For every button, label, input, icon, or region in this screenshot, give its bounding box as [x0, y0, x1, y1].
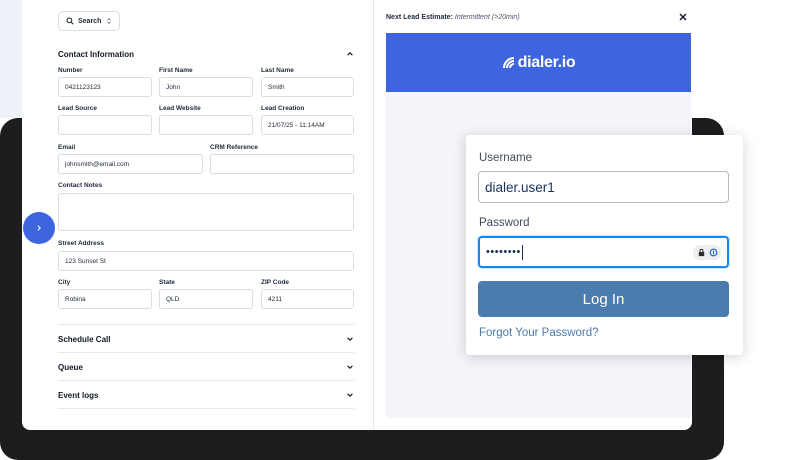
lead-source-field[interactable]	[58, 115, 152, 135]
username-label: Username	[479, 152, 533, 164]
lead-estimate: Next Lead Estimate: Intermittent (>20min…	[386, 14, 520, 21]
close-icon[interactable]	[678, 12, 688, 22]
search-button-label: Search	[78, 17, 102, 25]
contact-form-panel: Search Contact Information Number 042112…	[22, 0, 374, 430]
login-dialog: Username dialer.user1 Password •••••••• …	[466, 135, 743, 355]
email-label: Email	[58, 144, 76, 151]
state-label: State	[159, 279, 175, 286]
background-strip-right	[692, 0, 790, 118]
queue-header[interactable]: Queue	[58, 360, 354, 374]
first-name-label: First Name	[159, 67, 193, 74]
event-logs-header[interactable]: Event logs	[58, 388, 354, 402]
crm-reference-label: CRM Reference	[210, 144, 259, 151]
queue-title: Queue	[58, 362, 83, 372]
password-value: ••••••••	[486, 246, 521, 258]
lock-icon	[698, 248, 704, 257]
dialer-logo: dialer.io	[502, 54, 576, 72]
zip-field[interactable]: 4211	[261, 289, 354, 309]
divider	[58, 324, 354, 325]
lead-website-label: Lead Website	[159, 105, 201, 112]
chevron-down-icon	[347, 393, 353, 397]
divider	[58, 352, 354, 353]
street-address-field[interactable]: 123 Sunset St	[58, 251, 354, 271]
divider	[58, 408, 354, 409]
number-label: Number	[58, 67, 83, 74]
schedule-call-header[interactable]: Schedule Call	[58, 332, 354, 346]
contact-notes-label: Contact Notes	[58, 182, 103, 189]
crm-reference-field[interactable]	[210, 154, 354, 174]
first-name-field[interactable]: John	[159, 77, 253, 97]
schedule-call-title: Schedule Call	[58, 334, 111, 344]
password-label: Password	[479, 217, 530, 229]
last-name-label: Last Name	[261, 67, 294, 74]
lead-creation-label: Lead Creation	[261, 105, 305, 112]
search-icon	[66, 17, 74, 25]
event-logs-title: Event logs	[58, 390, 99, 400]
logo-text: dialer.io	[517, 53, 576, 71]
zip-label: ZIP Code	[261, 279, 290, 286]
lead-estimate-value: Intermittent (>20min)	[454, 14, 520, 21]
login-button[interactable]: Log In	[478, 281, 729, 317]
lead-estimate-label: Next Lead Estimate:	[386, 14, 453, 21]
contact-notes-field[interactable]	[58, 193, 354, 231]
chevron-up-icon	[347, 52, 353, 56]
email-field[interactable]: johnsmith@email.com	[58, 154, 203, 174]
city-label: City	[58, 279, 71, 286]
forgot-password-link[interactable]: Forgot Your Password?	[479, 327, 599, 339]
chevron-down-icon	[347, 337, 353, 341]
chevron-right-icon	[37, 225, 41, 231]
last-name-field[interactable]: Smith	[261, 77, 354, 97]
lead-website-field[interactable]	[159, 115, 253, 135]
contact-info-title: Contact Information	[58, 49, 134, 59]
divider	[58, 380, 354, 381]
contact-info-header[interactable]: Contact Information	[58, 47, 354, 61]
password-input[interactable]: ••••••••	[478, 236, 729, 268]
lead-creation-field[interactable]: 21/07/25 - 11:14AM	[261, 115, 354, 135]
text-caret	[521, 244, 523, 260]
signal-icon	[502, 56, 514, 68]
street-address-label: Street Address	[58, 240, 104, 247]
password-manager-icon	[709, 248, 717, 257]
expand-sidebar-button[interactable]	[23, 212, 55, 244]
chevron-updown-icon	[107, 18, 112, 24]
background-strip	[0, 0, 22, 118]
state-field[interactable]: QLD	[159, 289, 253, 309]
preview-header: dialer.io	[386, 33, 691, 92]
city-field[interactable]: Robina	[58, 289, 152, 309]
search-button[interactable]: Search	[58, 11, 120, 31]
chevron-down-icon	[347, 365, 353, 369]
username-input[interactable]: dialer.user1	[478, 171, 729, 203]
lead-source-label: Lead Source	[58, 105, 98, 112]
number-field[interactable]: 0421123123	[58, 77, 152, 97]
password-manager-badge[interactable]	[693, 245, 721, 260]
